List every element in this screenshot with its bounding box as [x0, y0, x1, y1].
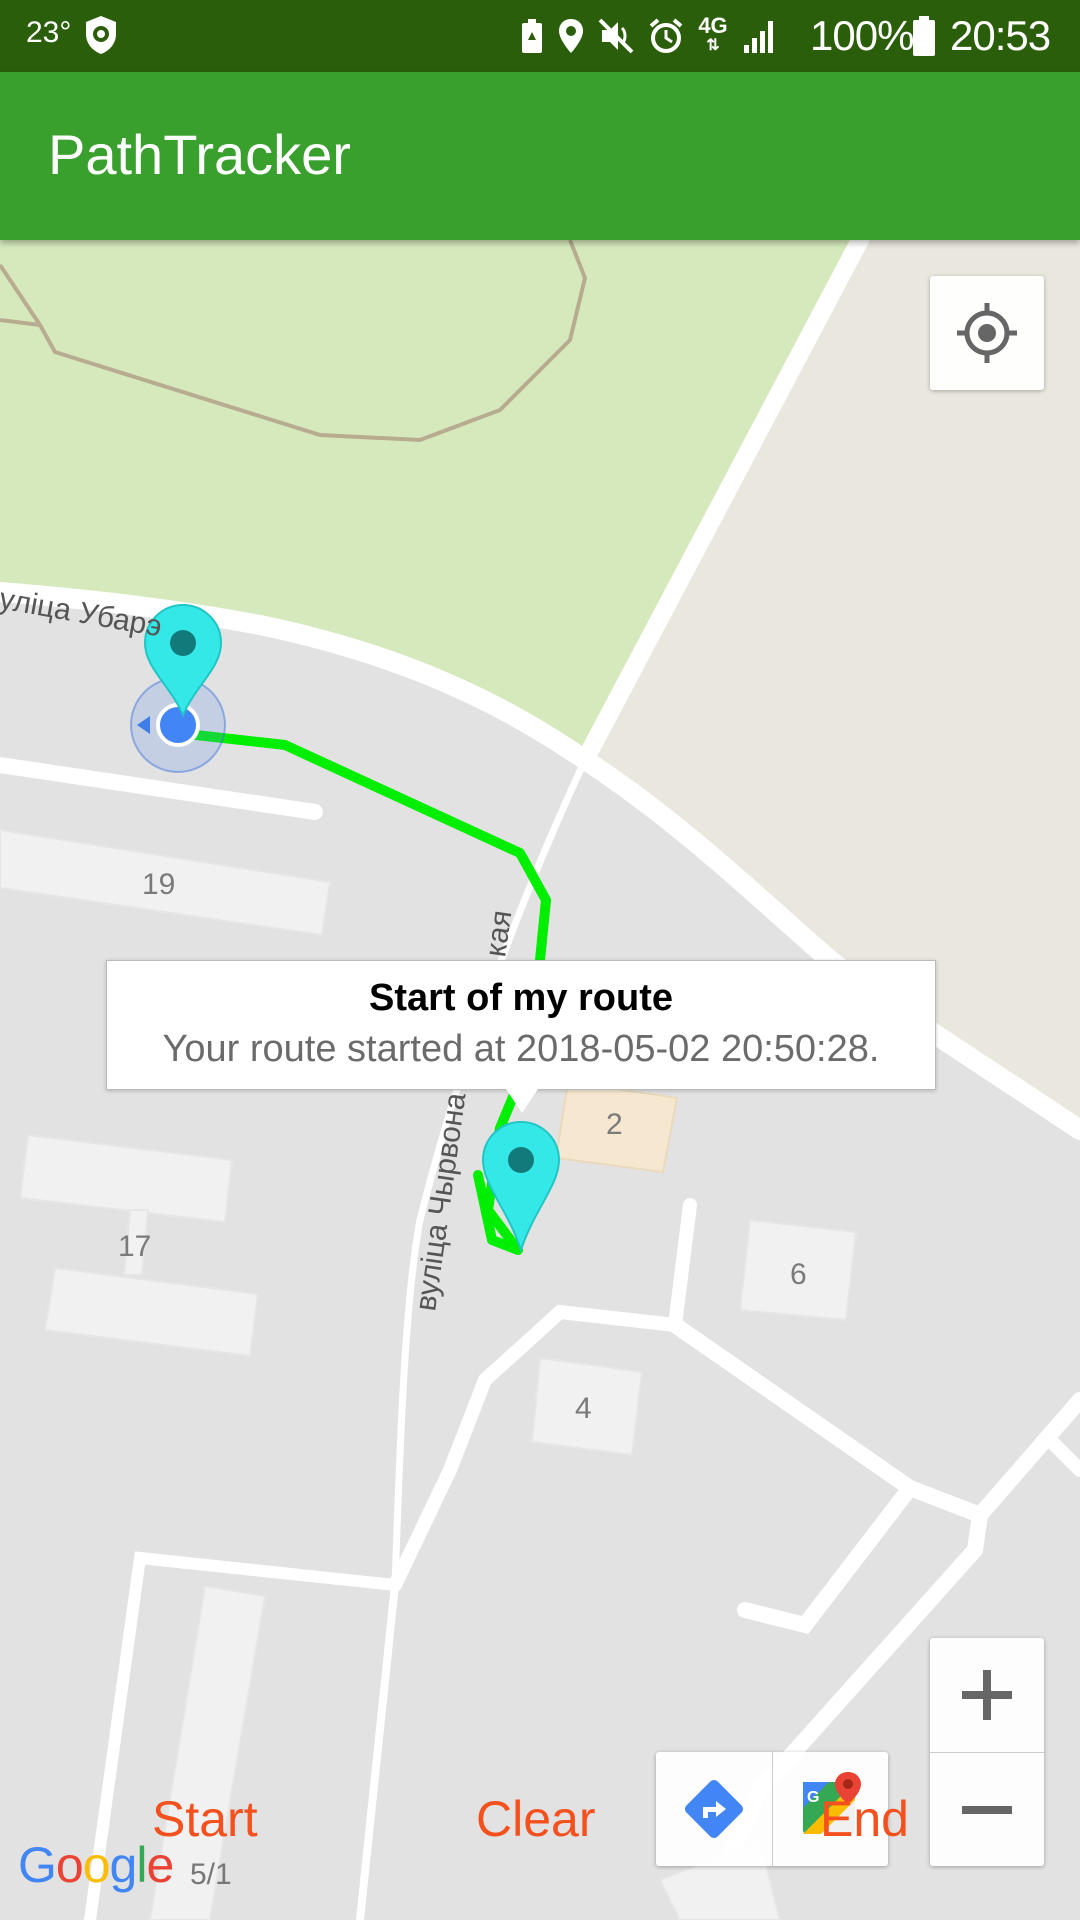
street-label-chyrvona-end: кая: [479, 908, 518, 959]
my-location-button[interactable]: [930, 276, 1044, 390]
info-window-pointer: [506, 1089, 538, 1113]
directions-icon: [684, 1779, 744, 1839]
temperature-text: 23°: [26, 16, 72, 49]
building-number-4: 4: [575, 1392, 592, 1425]
shield-icon: [86, 16, 116, 54]
info-window-snippet: Your route started at 2018-05-02 20:50:2…: [162, 1028, 880, 1070]
app-screen: 23° 4G ⇅ 100% 20:53 PathTracker уліца Уб…: [0, 0, 1080, 1920]
battery-percent: 100%: [810, 12, 914, 59]
battery-saver-icon: [522, 19, 542, 53]
zoom-out-button[interactable]: [930, 1752, 1044, 1866]
status-bar: 23° 4G ⇅ 100% 20:53: [0, 0, 1080, 72]
app-bar: PathTracker: [0, 72, 1080, 240]
building-number-17: 17: [118, 1230, 152, 1263]
crosshair-icon: [957, 303, 1017, 363]
map-scale-text: 5/1: [190, 1858, 232, 1891]
minus-icon: [962, 1806, 1012, 1814]
google-logo: Google: [18, 1837, 174, 1893]
directions-button[interactable]: [656, 1752, 772, 1866]
svg-text:G: G: [807, 1789, 819, 1806]
clock-time: 20:53: [950, 12, 1051, 59]
marker-info-window[interactable]: Start of my route Your route started at …: [106, 960, 936, 1090]
zoom-controls: [930, 1638, 1044, 1866]
building-number-2: 2: [606, 1108, 623, 1141]
end-button[interactable]: End: [820, 1790, 909, 1848]
status-icons: 4G ⇅: [520, 14, 778, 58]
clear-button[interactable]: Clear: [476, 1790, 595, 1848]
alarm-icon: [649, 18, 683, 53]
plus-icon: [962, 1670, 1012, 1720]
zoom-in-button[interactable]: [930, 1638, 1044, 1752]
app-title: PathTracker: [48, 123, 351, 186]
building-number-6: 6: [790, 1258, 807, 1291]
network-type: 4G ⇅: [698, 13, 728, 55]
signal-icon: [744, 21, 773, 53]
battery-icon: [913, 16, 935, 56]
building-number-19: 19: [142, 868, 176, 901]
location-icon: [559, 19, 583, 53]
info-window-title: Start of my route: [368, 977, 674, 1019]
mute-icon: [598, 18, 634, 54]
